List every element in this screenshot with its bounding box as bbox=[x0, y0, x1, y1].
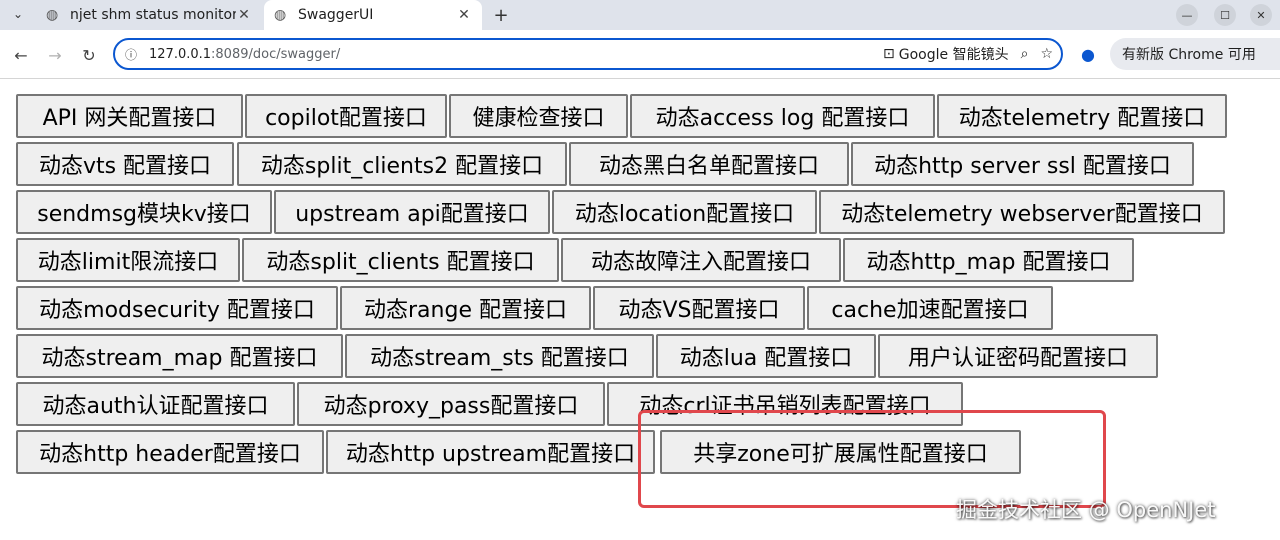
google-lens-button[interactable]: ⊡ Google 智能镜头 bbox=[883, 44, 1009, 64]
tab-search-icon[interactable]: ⌄ bbox=[6, 3, 30, 25]
close-icon[interactable]: ✕ bbox=[456, 7, 472, 23]
address-bar-actions: ⊡ Google 智能镜头 ⌕ ☆ bbox=[883, 40, 1053, 68]
zoom-icon[interactable]: ⌕ bbox=[1021, 46, 1029, 62]
tab-njet-monitor[interactable]: ◍ njet shm status monitor ✕ bbox=[36, 0, 262, 30]
update-label: 有新版 Chrome 可用 bbox=[1122, 47, 1256, 63]
api-group-button[interactable]: 动态telemetry webserver配置接口 bbox=[819, 190, 1225, 234]
browser-toolbar: ← → ↻ ⓘ 127.0.0.1:8089/doc/swagger/ ⊡ Go… bbox=[0, 30, 1280, 79]
api-group-button[interactable]: cache加速配置接口 bbox=[807, 286, 1053, 330]
globe-icon: ◍ bbox=[46, 7, 59, 23]
api-group-button[interactable]: API 网关配置接口 bbox=[16, 94, 243, 138]
profile-avatar-icon[interactable]: ● bbox=[1078, 44, 1098, 64]
api-group-button[interactable]: sendmsg模块kv接口 bbox=[16, 190, 272, 234]
api-group-button[interactable]: 动态黑白名单配置接口 bbox=[569, 142, 849, 186]
tab-title: njet shm status monitor bbox=[70, 7, 236, 23]
api-group-button[interactable]: upstream api配置接口 bbox=[274, 190, 550, 234]
api-group-button[interactable]: 动态http server ssl 配置接口 bbox=[851, 142, 1194, 186]
api-group-button[interactable]: 动态vts 配置接口 bbox=[16, 142, 234, 186]
api-group-button[interactable]: 动态lua 配置接口 bbox=[656, 334, 876, 378]
api-group-button[interactable]: 动态split_clients2 配置接口 bbox=[237, 142, 567, 186]
api-group-button[interactable]: 动态故障注入配置接口 bbox=[561, 238, 841, 282]
url-text: 127.0.0.1:8089/doc/swagger/ bbox=[149, 47, 340, 62]
api-group-button[interactable]: copilot配置接口 bbox=[245, 94, 447, 138]
lens-icon: ⊡ bbox=[883, 46, 895, 62]
new-tab-button[interactable]: + bbox=[490, 4, 512, 26]
bookmark-star-icon[interactable]: ☆ bbox=[1040, 46, 1053, 62]
address-bar[interactable]: ⓘ 127.0.0.1:8089/doc/swagger/ ⊡ Google 智… bbox=[113, 38, 1063, 70]
tab-title: SwaggerUI bbox=[298, 7, 374, 23]
api-group-button[interactable]: 动态http header配置接口 bbox=[16, 430, 324, 474]
reload-icon[interactable]: ↻ bbox=[78, 44, 100, 66]
url-host: 127.0.0.1 bbox=[149, 46, 212, 62]
url-path: :8089/doc/swagger/ bbox=[211, 46, 341, 62]
browser-window: ⌄ ◍ njet shm status monitor ✕ ◍ SwaggerU… bbox=[0, 0, 1280, 540]
chrome-update-button[interactable]: 有新版 Chrome 可用 bbox=[1110, 38, 1280, 70]
api-group-button[interactable]: 动态proxy_pass配置接口 bbox=[297, 382, 605, 426]
info-icon[interactable]: ⓘ bbox=[123, 46, 139, 63]
forward-arrow-icon[interactable]: → bbox=[44, 44, 66, 66]
minimize-icon[interactable]: — bbox=[1176, 4, 1198, 26]
api-group-button[interactable]: 动态access log 配置接口 bbox=[630, 94, 935, 138]
api-group-button[interactable]: 动态modsecurity 配置接口 bbox=[16, 286, 338, 330]
back-arrow-icon[interactable]: ← bbox=[10, 44, 32, 66]
tab-swaggerui[interactable]: ◍ SwaggerUI ✕ bbox=[264, 0, 482, 30]
tab-strip: ⌄ ◍ njet shm status monitor ✕ ◍ SwaggerU… bbox=[0, 0, 1280, 30]
api-group-button[interactable]: 健康检查接口 bbox=[449, 94, 628, 138]
api-group-button[interactable]: 动态stream_map 配置接口 bbox=[16, 334, 343, 378]
api-group-button[interactable]: 动态VS配置接口 bbox=[593, 286, 805, 330]
close-icon[interactable]: ✕ bbox=[236, 7, 252, 23]
api-group-button[interactable]: 动态range 配置接口 bbox=[340, 286, 591, 330]
api-group-button[interactable]: 动态http upstream配置接口 bbox=[326, 430, 655, 474]
page-content: API 网关配置接口 copilot配置接口 健康检查接口 动态access l… bbox=[0, 79, 1280, 540]
api-group-button[interactable]: 用户认证密码配置接口 bbox=[878, 334, 1158, 378]
api-group-button[interactable]: 动态telemetry 配置接口 bbox=[937, 94, 1227, 138]
lens-label: Google 智能镜头 bbox=[898, 47, 1009, 63]
api-group-button[interactable]: 动态limit限流接口 bbox=[16, 238, 240, 282]
api-group-button[interactable]: 动态http_map 配置接口 bbox=[843, 238, 1134, 282]
close-window-icon[interactable]: ✕ bbox=[1250, 4, 1272, 26]
watermark: 掘金技术社区 @ OpenNJet bbox=[956, 498, 1216, 522]
api-group-button[interactable]: 动态auth认证配置接口 bbox=[16, 382, 295, 426]
api-group-button[interactable]: 动态split_clients 配置接口 bbox=[242, 238, 559, 282]
maximize-icon[interactable]: ☐ bbox=[1214, 4, 1236, 26]
api-group-button[interactable]: 动态location配置接口 bbox=[552, 190, 817, 234]
globe-icon: ◍ bbox=[274, 7, 287, 23]
api-group-button[interactable]: 动态stream_sts 配置接口 bbox=[345, 334, 654, 378]
